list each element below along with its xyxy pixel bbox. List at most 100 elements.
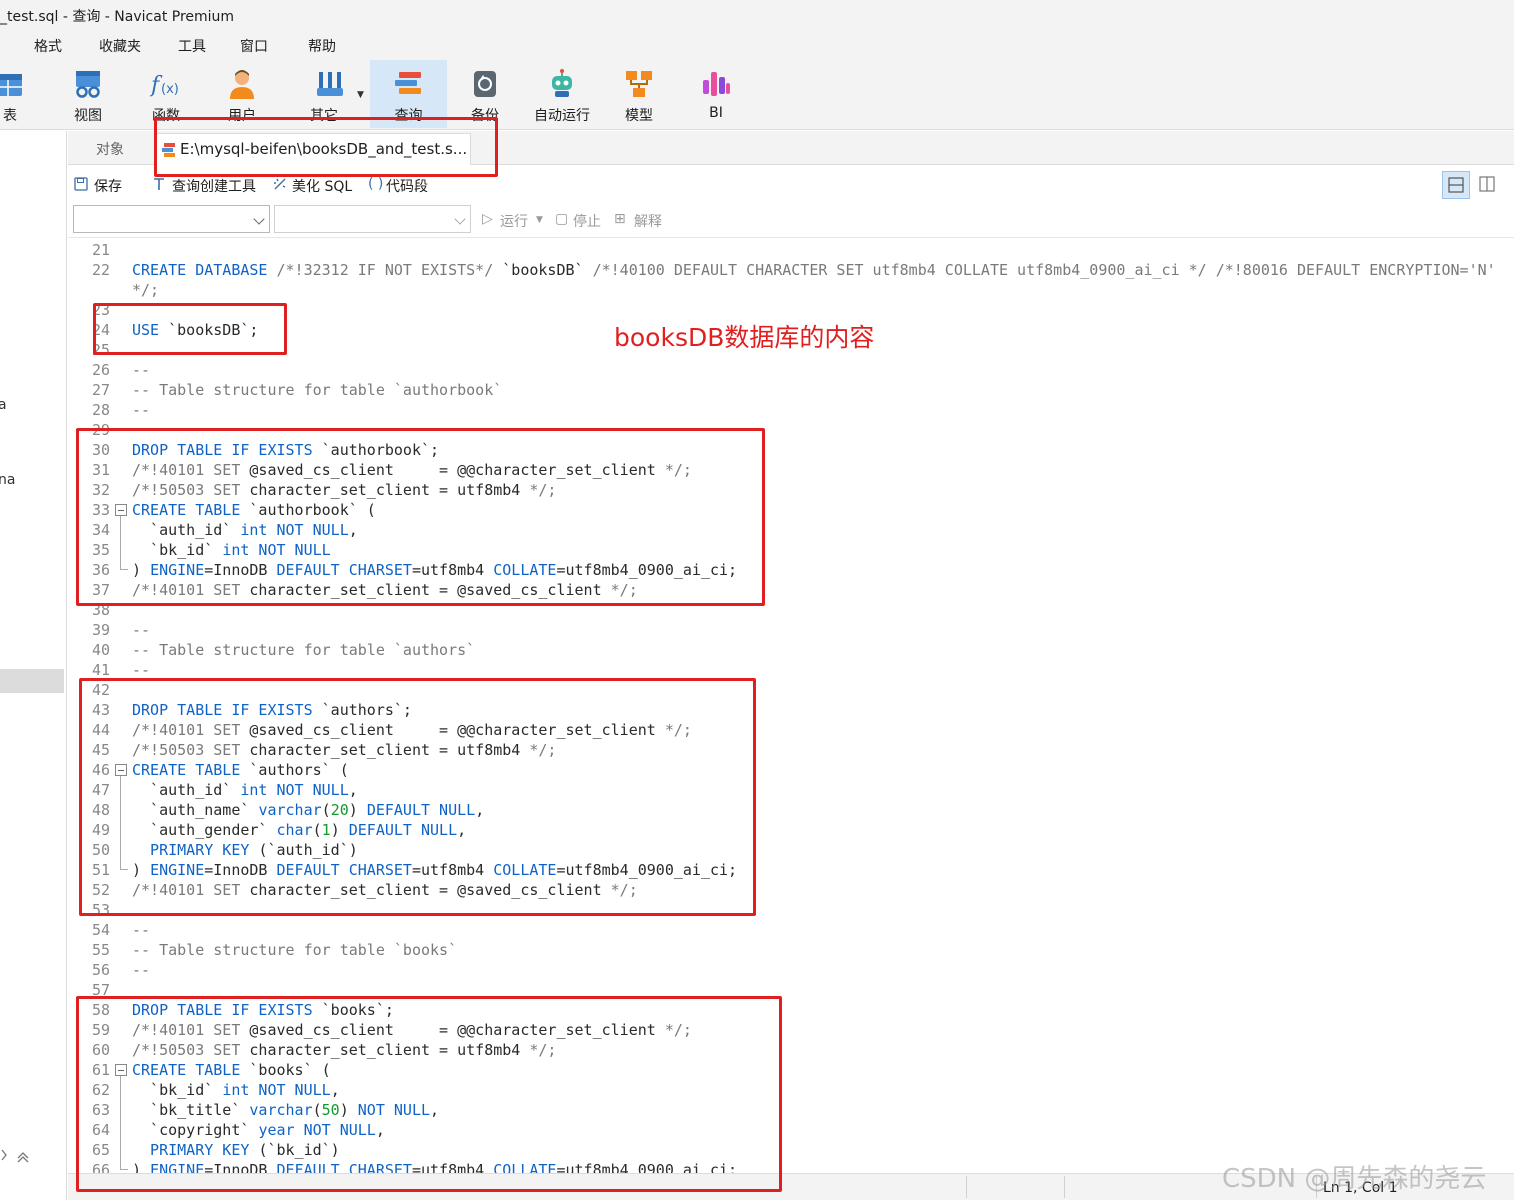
user-icon xyxy=(230,70,254,99)
layout-stacked-button[interactable] xyxy=(1442,171,1470,199)
beautify-sql-button[interactable]: 美化 SQL xyxy=(292,176,352,196)
navigation-sidebar[interactable]: a na xyxy=(0,131,67,1200)
model-icon xyxy=(626,71,652,97)
code-token: -- xyxy=(132,621,151,639)
database-select[interactable] xyxy=(274,205,471,233)
dropdown-arrow-icon: ▼ xyxy=(357,90,364,100)
code-token: */; xyxy=(132,281,160,299)
menu-tools[interactable]: 工具 xyxy=(178,36,206,56)
highlight-authors-table xyxy=(79,678,756,916)
highlight-books-table xyxy=(76,996,782,1192)
query-selector-row: ▷ 运行 ▼ ▢ 停止 ⊞ 解释 xyxy=(68,202,1514,238)
query-builder-icon xyxy=(154,178,164,190)
collapse-icon[interactable] xyxy=(0,1147,40,1163)
function-icon: f (x) xyxy=(150,73,179,98)
line-number: 21 xyxy=(91,241,110,259)
menu-window[interactable]: 窗口 xyxy=(240,36,268,56)
toolbar-view-label: 视图 xyxy=(74,108,102,124)
menu-favorites[interactable]: 收藏夹 xyxy=(99,36,141,56)
code-line: */; xyxy=(132,280,159,300)
tab-objects[interactable]: 对象 xyxy=(96,139,124,159)
code-line: -- xyxy=(132,660,150,680)
line-number: 39 xyxy=(91,621,110,639)
line-number xyxy=(68,280,110,300)
toolbar-table-button[interactable]: 表 xyxy=(0,60,32,128)
code-line: CREATE DATABASE /*!32312 IF NOT EXISTS*/… xyxy=(132,260,1496,280)
code-token: /*!40100 DEFAULT CHARACTER SET utf8mb4 C… xyxy=(592,261,1496,279)
toolbar-automation-button[interactable]: 自动运行 xyxy=(528,60,596,128)
svg-text:(x): (x) xyxy=(161,82,179,97)
code-token: -- xyxy=(132,361,151,379)
code-token: -- xyxy=(132,401,151,419)
save-button[interactable]: 保存 xyxy=(94,176,122,196)
window-title: _test.sql - 查询 - Navicat Premium xyxy=(0,9,235,25)
code-token: -- xyxy=(132,921,151,939)
run-icon: ▷ xyxy=(482,211,493,227)
backup-icon xyxy=(474,71,496,97)
menu-format[interactable]: 格式 xyxy=(34,36,62,56)
chevron-down-icon xyxy=(454,213,466,225)
toolbar-model-label: 模型 xyxy=(625,108,653,124)
layout-side-icon xyxy=(1479,176,1495,192)
connection-select[interactable] xyxy=(73,205,270,233)
line-number: 26 xyxy=(91,361,110,379)
snippet-button[interactable]: 代码段 xyxy=(386,176,428,196)
code-line: -- Table structure for table `authorbook… xyxy=(132,380,502,400)
watermark-text: CSDN @周先森的尧云 xyxy=(1222,1164,1487,1194)
beautify-icon xyxy=(274,178,286,190)
toolbar-table-label: 表 xyxy=(3,108,17,124)
sidebar-fragment[interactable]: na xyxy=(0,472,15,488)
chevron-down-icon xyxy=(253,213,265,225)
robot-icon xyxy=(552,69,572,97)
sidebar-fragment[interactable]: a xyxy=(0,397,7,413)
title-bar: _test.sql - 查询 - Navicat Premium xyxy=(0,0,1514,30)
code-token: -- xyxy=(132,961,151,979)
menu-bar: 格式 收藏夹 工具 窗口 帮助 xyxy=(0,30,1514,60)
code-line: -- Table structure for table `books` xyxy=(132,940,457,960)
code-line: -- Table structure for table `authors` xyxy=(132,640,475,660)
layout-side-button[interactable] xyxy=(1474,171,1502,199)
highlight-file-tab xyxy=(154,117,498,177)
line-number: 28 xyxy=(91,401,110,419)
code-token: `booksDB` xyxy=(502,261,593,279)
snippet-icon: ( ) xyxy=(368,176,384,192)
table-icon xyxy=(0,74,22,96)
code-line: -- xyxy=(132,360,150,380)
status-separator xyxy=(1064,1176,1065,1198)
code-token: -- xyxy=(132,661,151,679)
code-line: -- xyxy=(132,920,150,940)
query-builder-button[interactable]: 查询创建工具 xyxy=(172,176,256,196)
explain-button[interactable]: 解释 xyxy=(634,211,662,231)
tools-icon xyxy=(317,72,343,96)
line-number: 27 xyxy=(91,381,110,399)
toolbar-bi-button[interactable]: BI xyxy=(690,60,742,128)
code-token: -- Table structure for table `authors` xyxy=(132,641,476,659)
run-dropdown-icon[interactable]: ▼ xyxy=(536,215,543,225)
line-number: 40 xyxy=(91,641,110,659)
menu-help[interactable]: 帮助 xyxy=(308,36,336,56)
toolbar-view-button[interactable]: 视图 xyxy=(62,60,114,128)
code-line: -- xyxy=(132,620,150,640)
line-number: 56 xyxy=(91,961,110,979)
line-number: 55 xyxy=(91,941,110,959)
highlight-use-statement xyxy=(93,303,287,355)
run-button[interactable]: 运行 xyxy=(500,211,528,231)
bi-icon xyxy=(703,72,730,96)
view-icon xyxy=(76,71,100,98)
stop-icon: ▢ xyxy=(555,211,569,227)
layout-stacked-icon xyxy=(1448,177,1464,193)
sidebar-selected-item[interactable] xyxy=(0,669,64,693)
annotation-label: booksDB数据库的内容 xyxy=(614,323,875,352)
query-icon xyxy=(394,72,421,94)
stop-button[interactable]: 停止 xyxy=(573,211,601,231)
toolbar-model-button[interactable]: 模型 xyxy=(612,60,666,128)
code-token: /*!32312 IF NOT EXISTS*/ xyxy=(276,261,503,279)
status-separator xyxy=(966,1176,967,1198)
save-icon xyxy=(74,177,88,191)
explain-icon: ⊞ xyxy=(614,211,626,227)
code-line: -- xyxy=(132,400,150,420)
code-line: -- xyxy=(132,960,150,980)
toolbar-automation-label: 自动运行 xyxy=(534,108,590,124)
toolbar-bi-label: BI xyxy=(709,105,723,121)
line-number: 41 xyxy=(91,661,110,679)
